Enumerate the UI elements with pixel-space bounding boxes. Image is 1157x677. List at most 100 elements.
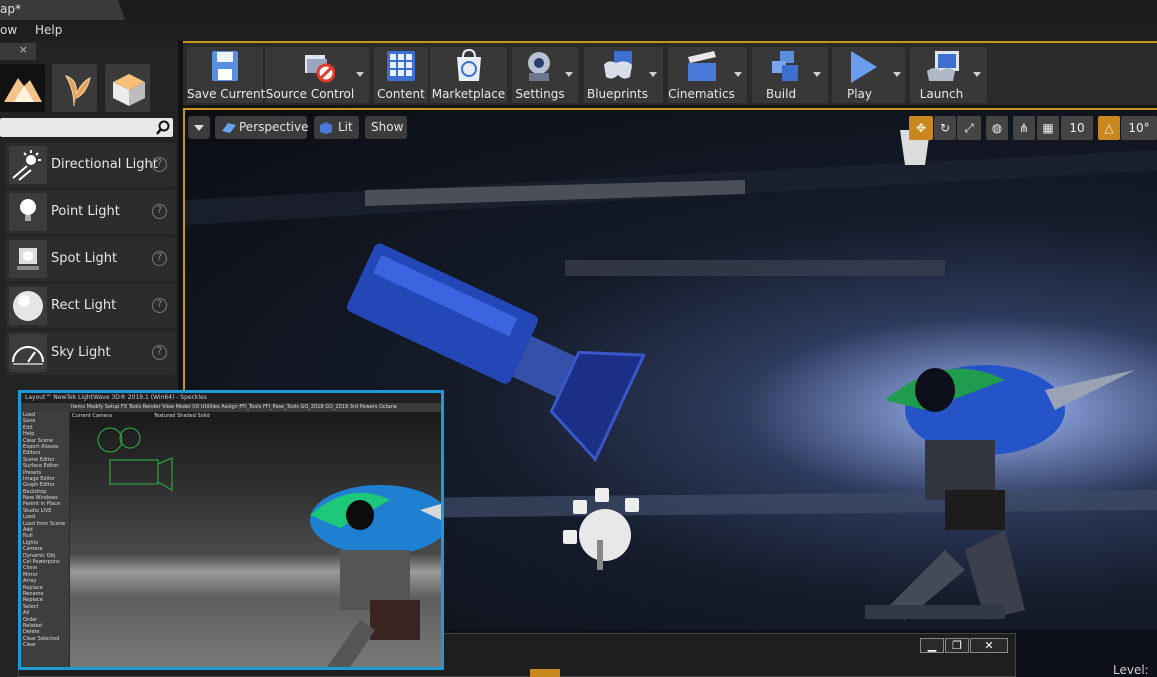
geometry-mode-tab[interactable] (105, 64, 150, 112)
light-item-label: Rect Light (51, 298, 117, 313)
light-item-spot[interactable]: Spot Light ? (6, 237, 176, 281)
clapperboard-icon (687, 51, 716, 81)
translate-mode-icon[interactable]: ✥ (909, 116, 933, 140)
perspective-label: Perspective (239, 120, 309, 134)
light-item-sky[interactable]: Sky Light ? (6, 331, 176, 375)
source-control-button[interactable]: Source Control (265, 47, 369, 103)
chevron-down-icon[interactable] (734, 72, 742, 77)
modes-tab-close[interactable]: × (0, 43, 36, 60)
lightwave-tab-strip[interactable]: Items Modify Setup FX Tools Render View … (71, 404, 441, 410)
rotation-snap-value[interactable]: 10° (1121, 116, 1157, 140)
world-coordinate-icon[interactable]: ◍ (986, 116, 1008, 140)
content-button[interactable]: Content (374, 47, 428, 103)
lightwave-camera-label[interactable]: Current Camera (72, 413, 112, 419)
document-tab[interactable]: ap* (0, 0, 125, 20)
chevron-down-icon[interactable] (356, 72, 364, 77)
place-mode-icon (4, 78, 42, 102)
lightwave-tabs: Items Modify Setup FX Tools Render View … (21, 403, 441, 412)
menu-help[interactable]: Help (35, 23, 62, 37)
lightwave-viewport[interactable]: Current Camera Textured Shaded Solid (70, 412, 441, 667)
timeline-marker[interactable] (530, 669, 560, 677)
maximize-button[interactable]: ❐ (945, 638, 969, 653)
title-bar (0, 0, 1157, 20)
menu-bar: ow Help (0, 20, 1157, 41)
level-label: Level: (1113, 663, 1149, 677)
show-button[interactable]: Show (365, 116, 407, 139)
menu-window[interactable]: ow (0, 23, 17, 37)
lit-label: Lit (338, 120, 353, 134)
build-label: Build (765, 87, 797, 101)
lightwave-shading-label[interactable]: Textured Shaded Solid (154, 413, 210, 419)
perspective-button[interactable]: Perspective (215, 116, 309, 139)
minimize-button[interactable]: ▁ (920, 638, 944, 653)
settings-button[interactable]: Settings (512, 47, 578, 103)
blueprints-label: Blueprints (586, 87, 648, 101)
help-icon[interactable]: ? (152, 345, 167, 360)
light-item-label: Sky Light (51, 345, 111, 360)
help-icon[interactable]: ? (152, 251, 167, 266)
document-title: ap* (0, 2, 21, 16)
scale-mode-icon[interactable]: ⤢ (957, 116, 981, 140)
save-icon (212, 51, 238, 81)
save-current-button[interactable]: Save Current (187, 47, 266, 103)
settings-label: Settings (515, 87, 565, 101)
close-button[interactable]: ✕ (970, 638, 1008, 653)
light-item-point[interactable]: Point Light ? (6, 190, 176, 234)
chevron-down-icon[interactable] (893, 72, 901, 77)
lit-button[interactable]: Lit (314, 116, 359, 139)
marketplace-button[interactable]: Marketplace (430, 47, 507, 103)
chevron-down-icon[interactable] (649, 72, 657, 77)
rect-light-icon (9, 287, 47, 325)
launch-label: Launch (919, 87, 964, 101)
blueprints-button[interactable]: Blueprints (584, 47, 663, 103)
lightwave-sidebar[interactable]: Load Save Edit Help Clear Scene Export Aliase… (21, 412, 69, 667)
help-icon[interactable]: ? (152, 204, 167, 219)
main-toolbar: Save Current Source Control Content Mark… (183, 41, 1157, 105)
place-mode-tab[interactable] (0, 64, 45, 112)
chevron-down-icon[interactable] (813, 72, 821, 77)
surface-snap-icon[interactable]: ⋔ (1013, 116, 1035, 140)
chevron-down-icon[interactable] (973, 72, 981, 77)
foliage-mode-icon (64, 75, 91, 107)
light-item-label: Spot Light (51, 251, 118, 266)
perspective-icon (222, 123, 236, 133)
save-current-label: Save Current (187, 87, 266, 101)
rotate-mode-icon[interactable]: ↻ (934, 116, 956, 140)
gear-icon (528, 52, 550, 81)
source-control-icon (305, 55, 335, 83)
help-icon[interactable]: ? (152, 157, 167, 172)
rotation-snap-icon[interactable]: △ (1098, 116, 1120, 140)
spot-light-icon (9, 240, 47, 278)
build-icon (772, 51, 798, 81)
chevron-down-icon[interactable] (565, 72, 573, 77)
build-button[interactable]: Build (752, 47, 828, 103)
content-browser-icon (387, 51, 415, 81)
lit-icon (320, 122, 332, 134)
content-label: Content (377, 87, 425, 101)
viewport-options-button[interactable] (188, 116, 210, 139)
show-label: Show (371, 120, 404, 134)
light-item-directional[interactable]: Directional Light ? (6, 143, 176, 187)
help-icon: ? (152, 298, 167, 313)
light-item-label: Point Light (51, 204, 120, 219)
point-light-icon (9, 193, 47, 231)
marketplace-icon (456, 49, 481, 81)
sky-light-icon (9, 334, 47, 372)
launch-icon (926, 51, 959, 81)
light-item-label: Directional Light (51, 157, 158, 172)
lightwave-window[interactable]: Layout™ NewTek LightWave 3D® 2019.1 (Win… (18, 390, 444, 670)
grid-snap-value[interactable]: 10 (1061, 116, 1093, 140)
grid-snap-icon[interactable]: ▦ (1037, 116, 1059, 140)
geometry-mode-icon (113, 74, 145, 106)
light-item-rect[interactable]: Rect Light ? (6, 284, 176, 328)
search-input[interactable] (0, 118, 173, 137)
search-icon[interactable] (155, 120, 171, 136)
cinematics-button[interactable]: Cinematics (668, 47, 747, 103)
cinematics-label: Cinematics (668, 87, 735, 101)
chevron-down-icon (194, 125, 204, 131)
marketplace-label: Marketplace (431, 87, 506, 101)
directional-light-icon (9, 146, 47, 184)
play-button[interactable]: Play (832, 47, 905, 103)
launch-button[interactable]: Launch (910, 47, 987, 103)
foliage-mode-tab[interactable] (52, 64, 97, 112)
